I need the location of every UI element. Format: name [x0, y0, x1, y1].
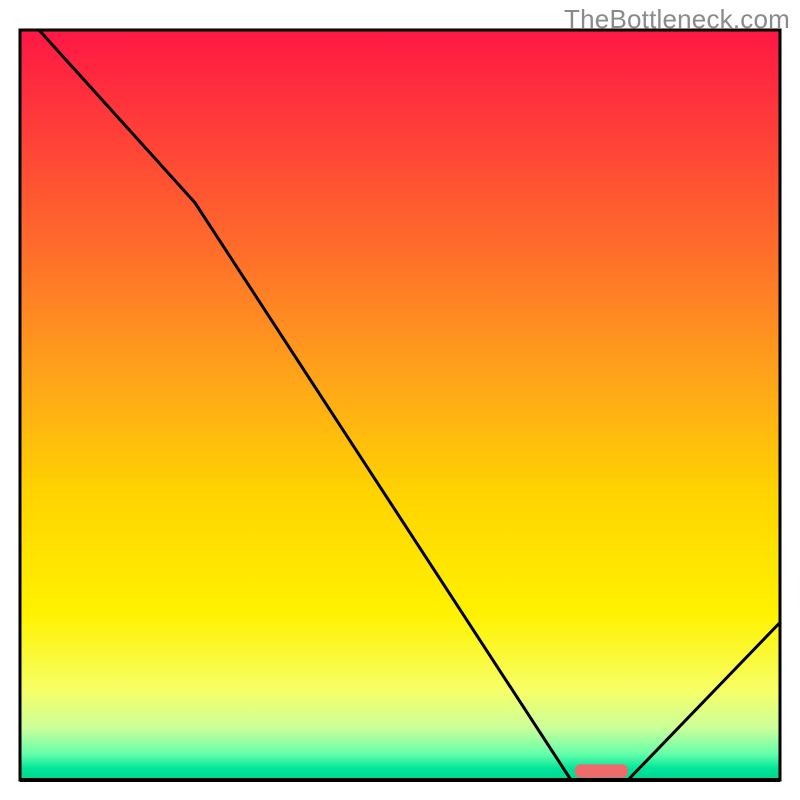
optimum-marker: [575, 764, 628, 778]
plot-background: [20, 30, 780, 780]
watermark-text: TheBottleneck.com: [564, 4, 790, 35]
chart-svg: [0, 0, 800, 800]
bottleneck-chart: TheBottleneck.com: [0, 0, 800, 800]
